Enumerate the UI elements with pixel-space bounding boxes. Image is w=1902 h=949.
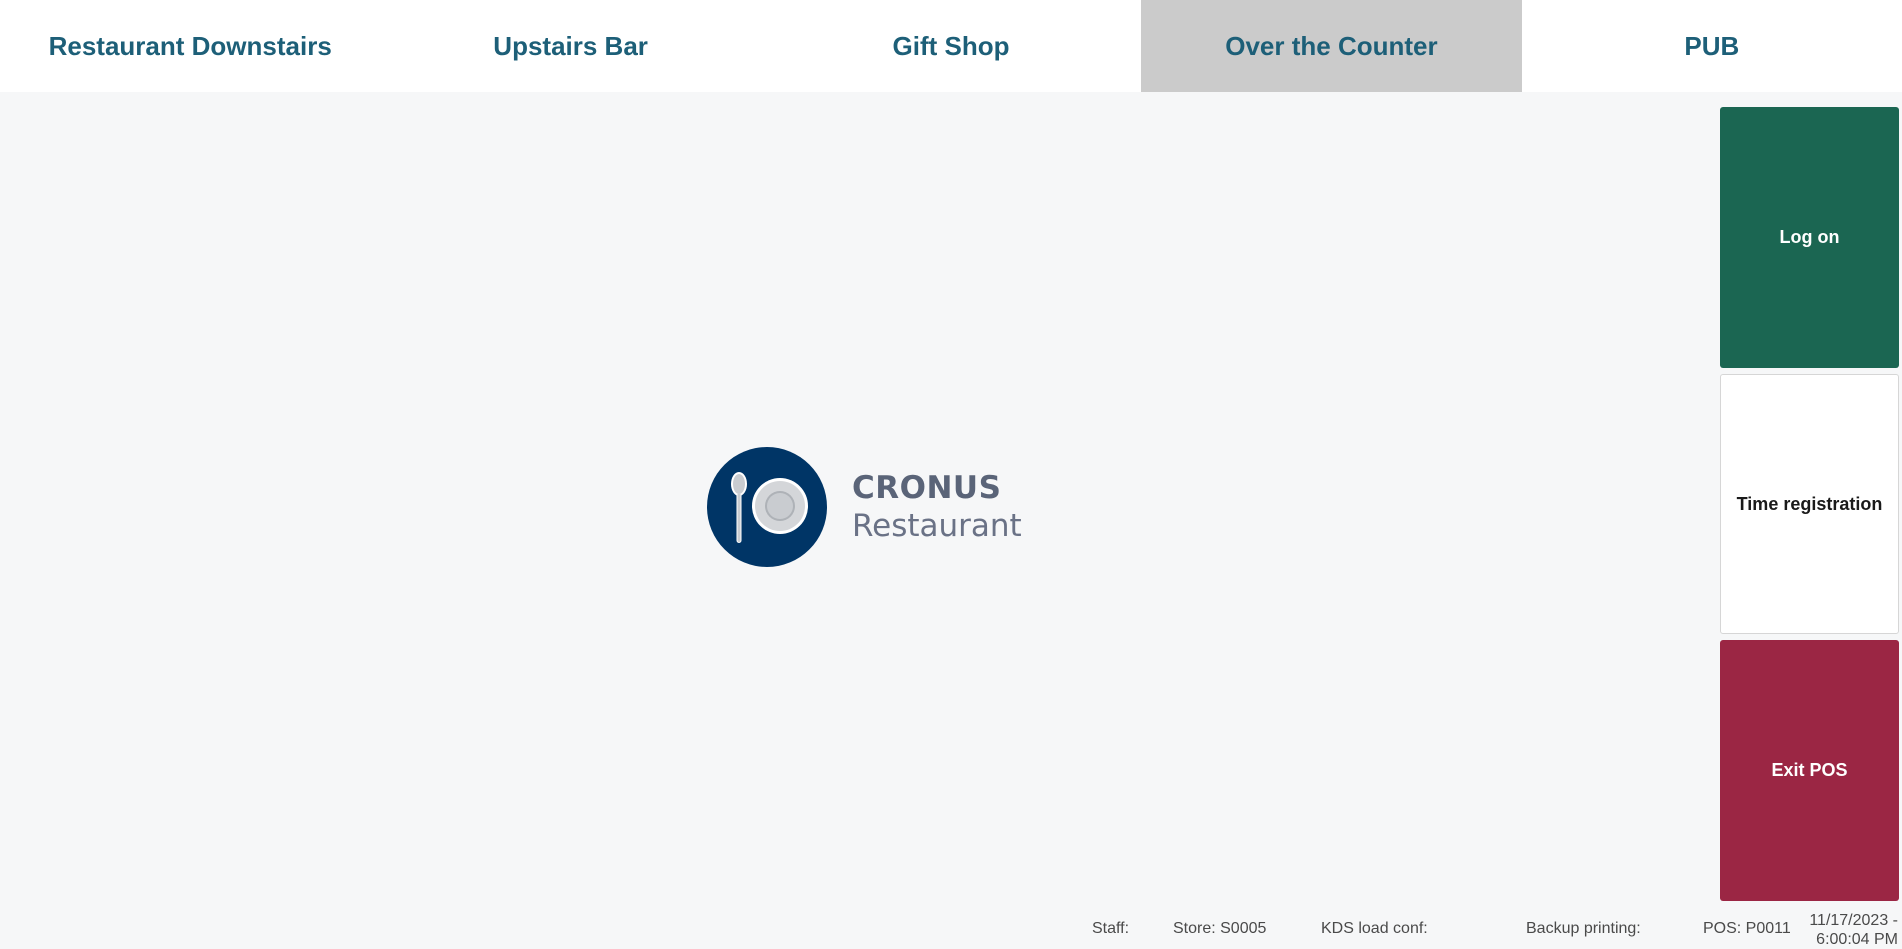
logo-brand: CRONUS: [852, 470, 1002, 506]
status-backup-printing: Backup printing:: [1526, 920, 1641, 937]
status-date: 11/17/2023 -: [1809, 912, 1898, 929]
plate-spoon-icon: [707, 447, 827, 567]
status-staff: Staff:: [1092, 920, 1130, 937]
status-kds-load-conf: KDS load conf:: [1321, 920, 1428, 937]
status-store: Store: S0005: [1173, 920, 1267, 937]
location-tabs: Restaurant Downstairs Upstairs Bar Gift …: [0, 0, 1902, 92]
status-bar: Staff: Store: S0005 KDS load conf: Backu…: [0, 908, 1902, 948]
tab-upstairs-bar[interactable]: Upstairs Bar: [380, 0, 760, 92]
exit-pos-button[interactable]: Exit POS: [1720, 640, 1899, 901]
status-time: 6:00:04 PM: [1816, 931, 1898, 948]
status-datetime: 11/17/2023 - 6:00:04 PM: [1800, 911, 1898, 949]
tab-restaurant-downstairs[interactable]: Restaurant Downstairs: [0, 0, 380, 92]
logo-text: CRONUS Restaurant: [852, 469, 1022, 545]
log-on-button[interactable]: Log on: [1720, 107, 1899, 368]
tab-over-the-counter[interactable]: Over the Counter: [1141, 0, 1522, 92]
logo-subtitle: Restaurant: [852, 508, 1022, 544]
tab-gift-shop[interactable]: Gift Shop: [761, 0, 1141, 92]
time-registration-button[interactable]: Time registration: [1720, 374, 1899, 634]
cronus-restaurant-logo: CRONUS Restaurant: [707, 447, 1022, 567]
tab-pub[interactable]: PUB: [1522, 0, 1902, 92]
status-pos: POS: P0011: [1703, 920, 1791, 937]
